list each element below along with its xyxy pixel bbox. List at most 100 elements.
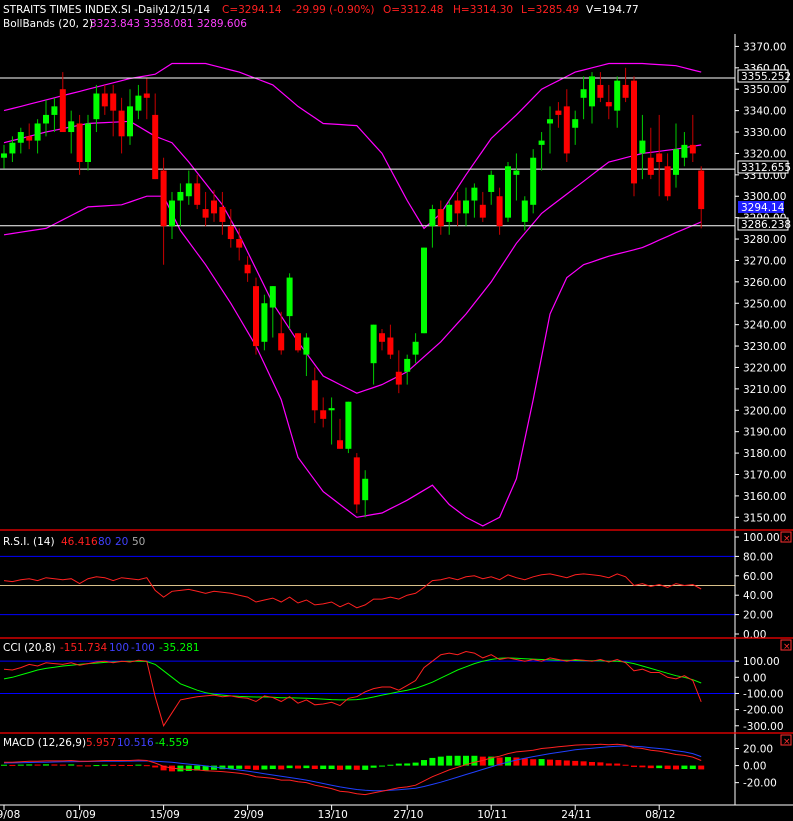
date-tick-label: 29/09 xyxy=(234,809,264,821)
candle-body xyxy=(689,144,696,154)
candle-body xyxy=(681,144,688,158)
candle-body xyxy=(395,371,402,385)
rsi-tick-label: 80.00 xyxy=(743,551,773,563)
candle-body xyxy=(580,89,587,98)
candle-body xyxy=(244,264,251,274)
cci-close-button[interactable]: × xyxy=(780,639,792,652)
macd-legend-signal: 10.516 xyxy=(117,737,154,749)
open-value: O=3312.48 xyxy=(383,4,443,16)
cci-legend-signal: -35.281 xyxy=(159,642,200,654)
candle-body xyxy=(185,183,192,197)
candle-body xyxy=(698,170,705,210)
candle-body xyxy=(463,200,469,214)
candle-body xyxy=(614,80,621,111)
macd-legend-macd: 5.957 xyxy=(86,737,116,749)
macd-hist-bar xyxy=(9,764,16,766)
macd-hist-bar xyxy=(43,764,49,766)
candle-body xyxy=(479,204,486,218)
candle-body xyxy=(269,286,276,308)
macd-line xyxy=(4,743,702,796)
candle-body xyxy=(437,209,444,227)
macd-hist-bar xyxy=(26,764,33,766)
macd-panel: -20.00 0.00 20.00 xyxy=(1,743,777,796)
macd-hist-bar xyxy=(622,764,629,766)
macd-hist-bar xyxy=(110,764,117,766)
price-candles xyxy=(1,67,705,518)
macd-hist-bar xyxy=(547,759,553,766)
rsi-tick-label: 0.00 xyxy=(743,629,766,641)
macd-hist-bar xyxy=(589,762,595,766)
close-value: C=3294.14 xyxy=(222,4,282,16)
low-value: L=3285.49 xyxy=(521,4,579,16)
macd-hist-bar xyxy=(471,755,478,766)
candle-body xyxy=(93,93,100,120)
rsi-legend-mid: 50 xyxy=(132,536,145,548)
candle-body xyxy=(547,119,553,124)
candle-body xyxy=(530,157,537,205)
candle-body xyxy=(110,93,117,111)
price-axis: 3150.00 3160.00 3170.00 3180.00 3190.00 3200.… xyxy=(735,41,786,524)
candle-body xyxy=(404,358,411,372)
macd-hist-bar xyxy=(34,764,41,766)
candle-body xyxy=(85,123,91,162)
candle-body xyxy=(295,333,301,351)
cci-legend-upper: 100 xyxy=(109,642,129,654)
rsi-legend-value: 46.416 xyxy=(61,536,98,548)
macd-hist-bar xyxy=(395,763,402,766)
candle-body xyxy=(471,187,478,201)
macd-hist-bar xyxy=(345,765,352,770)
candle-body xyxy=(589,76,595,107)
rsi-close-button[interactable]: × xyxy=(780,531,792,544)
rsi-tick-label: 20.00 xyxy=(743,610,773,622)
candle-body xyxy=(379,333,385,342)
candle-body xyxy=(101,93,108,107)
hline-label-1: 3355.252 xyxy=(741,71,791,83)
macd-hist-bar xyxy=(303,765,310,769)
macd-hist-bar xyxy=(244,765,251,769)
macd-hist-bar xyxy=(446,755,453,766)
bollinger-bands xyxy=(3,62,702,527)
candle-body xyxy=(572,119,579,128)
price-tick-label: 3220.00 xyxy=(743,362,786,374)
bb-middle-line xyxy=(3,120,702,394)
rsi-panel: 0.00 20.00 40.00 60.00 80.00 100.00 xyxy=(0,532,780,641)
macd-hist-bar xyxy=(1,764,7,766)
candle-body xyxy=(143,93,150,98)
candle-body xyxy=(76,123,83,162)
macd-hist-bar xyxy=(328,765,335,769)
bb-upper-line xyxy=(3,62,702,230)
rsi-legend-upper: 80 xyxy=(98,536,111,548)
macd-hist-bar xyxy=(236,765,243,769)
candle-body xyxy=(513,170,520,175)
candle-body xyxy=(429,209,436,227)
macd-hist-bar xyxy=(437,756,444,766)
candle-body xyxy=(236,239,243,248)
macd-hist-bar xyxy=(68,764,75,766)
candle-body xyxy=(597,84,604,98)
macd-hist-bar xyxy=(76,765,83,767)
svg-text:×: × xyxy=(783,737,791,747)
svg-text:×: × xyxy=(783,642,791,652)
candle-body xyxy=(1,153,7,158)
price-tick-label: 3160.00 xyxy=(743,491,786,503)
bb-lower-line xyxy=(3,195,702,527)
candle-body xyxy=(538,140,545,145)
candle-body xyxy=(286,277,293,317)
candle-body xyxy=(169,200,175,227)
candle-body xyxy=(353,457,360,505)
rsi-tick-label: 40.00 xyxy=(743,590,773,602)
candle-body xyxy=(555,110,562,115)
cci-tick-label: 100.00 xyxy=(743,656,780,668)
cci-tick-label: -100.00 xyxy=(743,688,784,700)
price-tick-label: 3200.00 xyxy=(743,405,786,417)
rsi-tick-label: 60.00 xyxy=(743,571,773,583)
macd-hist-bar xyxy=(295,765,301,769)
bb-legend-label: BollBands (20, 2) xyxy=(3,18,93,30)
cci-panel: -300.00 -200.00 -100.00 0.00 100.00 xyxy=(0,650,784,733)
price-tick-label: 3330.00 xyxy=(743,127,786,139)
candle-body xyxy=(673,149,679,175)
macd-hist-bar xyxy=(664,765,671,769)
price-tick-label: 3230.00 xyxy=(743,341,786,353)
macd-close-button[interactable]: × xyxy=(780,734,792,747)
price-tick-label: 3240.00 xyxy=(743,320,786,332)
